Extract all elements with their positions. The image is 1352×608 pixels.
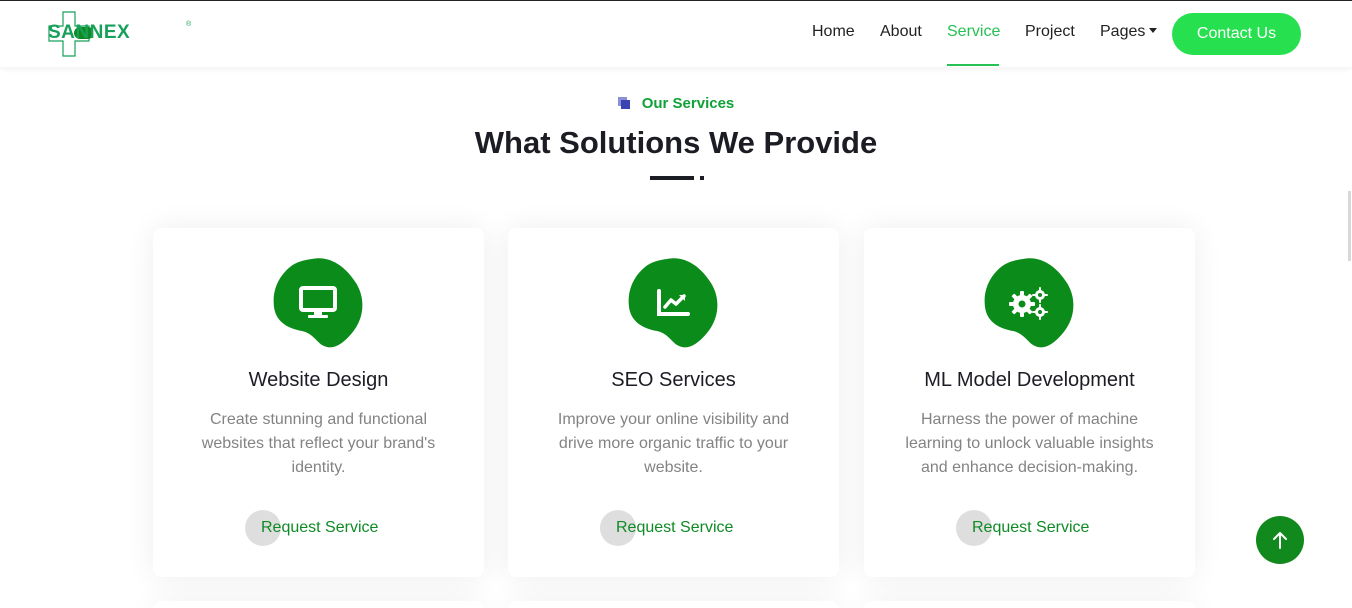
service-card-website-design: Website Design Create stunning and funct… [153, 228, 484, 577]
section-tag: Our Services [0, 95, 1352, 112]
service-card-ml-model-development: ML Model Development Harness the power o… [864, 228, 1195, 577]
squares-icon [617, 97, 632, 109]
title-divider [650, 176, 694, 180]
request-service-link[interactable]: Request Service [600, 510, 733, 546]
brand-name: SANNEX [48, 22, 131, 43]
monitor-icon [272, 257, 364, 349]
service-card-partial [508, 601, 839, 608]
nav-pages-dropdown[interactable]: Pages [1100, 23, 1158, 41]
icon-blob [983, 257, 1075, 349]
nav-service[interactable]: Service [947, 23, 1000, 41]
service-card-seo-services: SEO Services Improve your online visibil… [508, 228, 839, 577]
nav-home[interactable]: Home [812, 23, 855, 41]
card-description: Harness the power of machine learning to… [905, 411, 1154, 476]
request-service-label: Request Service [616, 519, 734, 536]
request-service-link[interactable]: Request Service [245, 510, 378, 546]
icon-blob [272, 257, 364, 349]
title-divider-dot [700, 176, 704, 180]
nav-about[interactable]: About [880, 23, 922, 41]
navbar: SANNEX ® Home About Service Project Page… [0, 1, 1352, 67]
nav-active-indicator [947, 64, 999, 66]
card-title: ML Model Development [924, 369, 1135, 391]
section-tag-label: Our Services [641, 95, 735, 112]
service-card-partial [153, 601, 484, 608]
page: SANNEX ® Home About Service Project Page… [0, 0, 1352, 608]
chart-line-icon [627, 257, 719, 349]
nav-project[interactable]: Project [1025, 23, 1075, 41]
nav-pages-label: Pages [1100, 23, 1146, 40]
card-title: Website Design [248, 369, 389, 391]
registered-mark: ® [186, 21, 192, 28]
service-card-partial [864, 601, 1195, 608]
icon-blob [627, 257, 719, 349]
request-service-label: Request Service [972, 519, 1090, 536]
section-title: What Solutions We Provide [474, 125, 878, 160]
gears-icon [983, 257, 1075, 349]
caret-down-icon [1149, 28, 1158, 33]
contact-us-button[interactable]: Contact Us [1172, 13, 1301, 55]
request-service-label: Request Service [261, 519, 379, 536]
back-to-top-button[interactable] [1256, 516, 1304, 564]
arrow-up-icon [1273, 532, 1287, 549]
request-service-link[interactable]: Request Service [956, 510, 1089, 546]
card-description: Create stunning and functional websites … [201, 411, 436, 476]
scrollbar-thumb[interactable] [1348, 191, 1351, 261]
card-title: SEO Services [611, 369, 736, 391]
card-description: Improve your online visibility and drive… [557, 411, 790, 476]
